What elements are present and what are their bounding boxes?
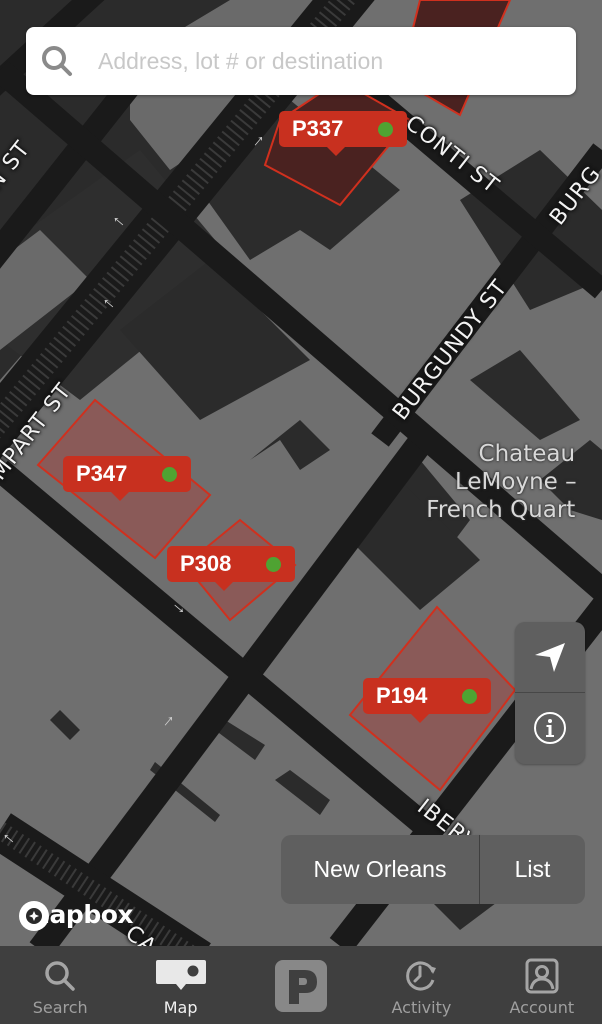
history-clock-icon <box>406 961 437 991</box>
tab-label: Map <box>163 998 198 1017</box>
poi-label-chateau: Chateau LeMoyne – French Quart <box>425 440 577 524</box>
view-toggle: New Orleans List <box>281 835 585 904</box>
tab-map[interactable]: Map <box>120 946 240 1024</box>
availability-dot <box>162 466 177 482</box>
tab-search[interactable]: Search <box>0 946 120 1024</box>
city-selector-button[interactable]: New Orleans <box>281 835 480 904</box>
map-view[interactable]: ← ← → → ← → CONTI ST BURGUNDY ST BURG MP… <box>0 0 602 946</box>
poi-line: French Quart <box>426 497 576 523</box>
lot-marker-p308[interactable]: P308 <box>167 546 295 591</box>
lot-code: P308 <box>180 551 232 576</box>
search-input[interactable] <box>96 46 576 76</box>
tab-label: Activity <box>391 998 452 1017</box>
mapbox-attribution[interactable]: mapbox <box>18 900 134 931</box>
search-bar[interactable] <box>26 27 576 95</box>
locate-button[interactable] <box>515 622 585 692</box>
tab-label: Search <box>32 998 88 1017</box>
poi-line: LeMoyne – <box>455 469 577 495</box>
account-icon <box>525 958 559 994</box>
list-view-button[interactable]: List <box>480 835 585 904</box>
tab-bar: Search Map Activity Account <box>0 946 602 1024</box>
parking-icon <box>275 960 328 1012</box>
search-icon <box>45 961 75 991</box>
availability-dot <box>462 688 477 704</box>
lot-marker-p194[interactable]: P194 <box>363 678 491 723</box>
lot-code: P347 <box>76 461 128 486</box>
tab-label: Account <box>509 998 575 1017</box>
lot-code: P337 <box>292 116 344 141</box>
availability-dot <box>266 556 281 572</box>
lot-marker-p337[interactable]: P337 <box>279 111 407 156</box>
map-pin-icon <box>155 960 206 990</box>
tab-activity[interactable]: Activity <box>361 946 481 1024</box>
location-arrow-icon <box>535 643 565 672</box>
tab-park[interactable] <box>241 946 361 1024</box>
mapbox-logo-icon <box>19 901 49 931</box>
poi-line: Chateau <box>478 441 576 467</box>
lot-code: P194 <box>376 683 428 708</box>
info-icon <box>534 712 566 744</box>
tab-account[interactable]: Account <box>482 946 602 1024</box>
info-button[interactable] <box>515 693 585 763</box>
availability-dot <box>378 121 393 137</box>
map-controls <box>515 622 585 764</box>
search-icon <box>42 46 72 76</box>
lot-marker-p347[interactable]: P347 <box>63 456 191 501</box>
